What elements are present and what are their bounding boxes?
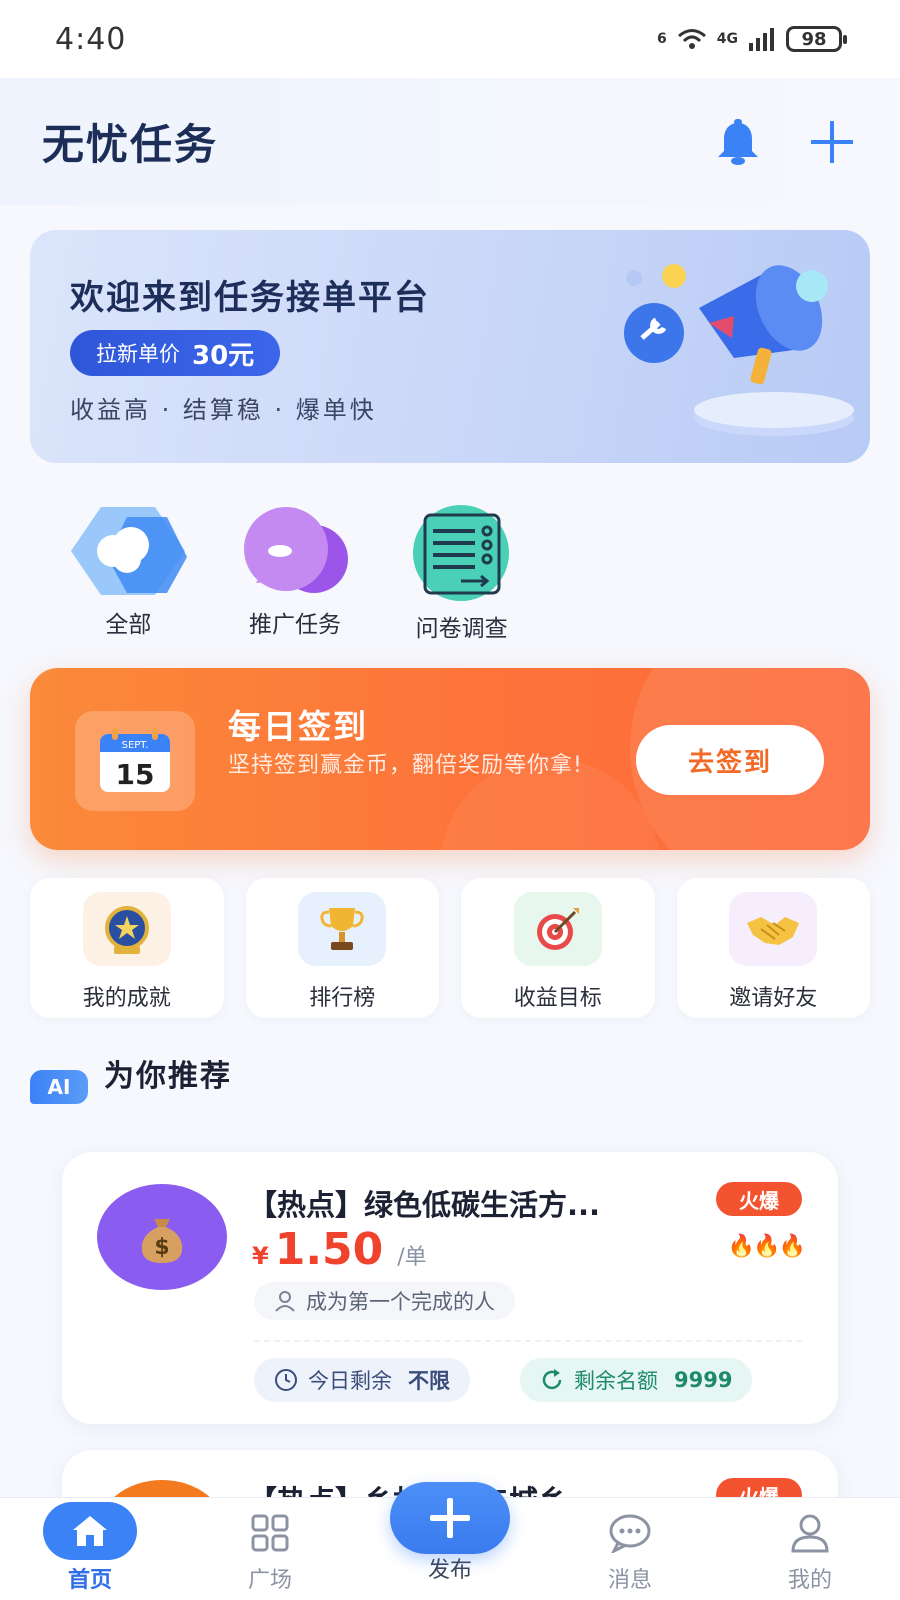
- app-title: 无忧任务: [42, 120, 219, 169]
- tab-messages[interactable]: 消息: [540, 1498, 720, 1600]
- plus-icon: [430, 1498, 470, 1538]
- signin-description: 坚持签到赢金币，翻倍奖励等你拿!: [228, 753, 583, 778]
- price-value: 1.50: [274, 1224, 384, 1275]
- target-icon: [513, 892, 602, 966]
- handshake-icon: [729, 892, 818, 966]
- banner-title: 欢迎来到任务接单平台: [70, 278, 430, 318]
- add-button[interactable]: [806, 116, 858, 168]
- first-complete-tag: 成为第一个完成的人: [254, 1282, 515, 1320]
- today-value: 不限: [408, 1369, 450, 1393]
- tab-label: 我的: [787, 1568, 832, 1593]
- status-bar: 4:40 6 4G 98: [0, 0, 900, 78]
- quota-pill: 剩余名额 9999: [520, 1358, 753, 1402]
- category-label: 全部: [105, 612, 152, 638]
- quick-label: 我的成就: [82, 986, 171, 1011]
- quick-leaderboard[interactable]: 排行榜: [245, 878, 439, 1018]
- clock-icon: [275, 1369, 297, 1391]
- quick-label: 收益目标: [513, 986, 602, 1011]
- survey-icon: [401, 505, 523, 601]
- quick-actions: 我的成就 排行榜 收益目标 邀请好友: [30, 878, 870, 1018]
- megaphone-icon: [624, 264, 854, 436]
- tab-square[interactable]: 广场: [180, 1498, 360, 1600]
- first-complete-text: 成为第一个完成的人: [306, 1290, 495, 1314]
- tab-label: 消息: [607, 1568, 652, 1593]
- category-all[interactable]: 全部: [45, 505, 212, 638]
- tab-label: 发布: [427, 1558, 472, 1583]
- bell-icon: [718, 118, 758, 165]
- message-icon: [605, 1508, 655, 1558]
- grid-icon: [245, 1508, 295, 1558]
- calendar-month: SEPT.: [122, 740, 149, 751]
- today-remaining-pill: 今日剩余 不限: [254, 1358, 470, 1402]
- task-title: 【热点】绿色低碳生活方...: [248, 1188, 601, 1222]
- tab-profile[interactable]: 我的: [720, 1498, 900, 1600]
- task-card[interactable]: $ 【热点】绿色低碳生活方... 火爆 🔥🔥🔥 ¥ 1.50 /单 成为第一个完…: [62, 1152, 838, 1424]
- notification-button[interactable]: [712, 116, 764, 168]
- tab-label: 首页: [67, 1568, 112, 1593]
- divider: [254, 1340, 802, 1342]
- daily-signin-card: SEPT. 15 每日签到 坚持签到赢金币，翻倍奖励等你拿! 去签到: [30, 668, 870, 850]
- quick-achievements[interactable]: 我的成就: [30, 878, 224, 1018]
- tab-home[interactable]: 首页: [0, 1498, 180, 1600]
- badge-label: 拉新单价: [96, 342, 180, 366]
- quick-label: 排行榜: [309, 986, 376, 1011]
- network-type-label: 4G: [716, 31, 738, 47]
- flame-icon: 🔥🔥🔥: [727, 1234, 806, 1259]
- status-time: 4:40: [55, 21, 127, 57]
- refresh-icon: [542, 1369, 562, 1390]
- quota-value: 9999: [674, 1368, 733, 1392]
- hot-tag: 火爆: [716, 1182, 802, 1216]
- price-badge: 拉新单价 30元: [70, 330, 281, 376]
- quota-label: 剩余名额: [574, 1369, 658, 1393]
- badge-price: 30元: [192, 340, 255, 371]
- status-icons: 6 4G 98: [657, 26, 847, 52]
- battery-icon: 98: [786, 26, 847, 52]
- cloud-icon: [67, 505, 189, 597]
- quick-income-goal[interactable]: 收益目标: [461, 878, 655, 1018]
- svg-text:$: $: [154, 1235, 169, 1260]
- network-label: 6: [657, 31, 667, 47]
- task-price: ¥ 1.50 /单: [252, 1224, 427, 1275]
- recommend-title: 为你推荐: [104, 1059, 232, 1094]
- battery-level: 98: [801, 28, 827, 50]
- badge-icon: [82, 892, 171, 966]
- home-icon: [43, 1502, 137, 1560]
- category-label: 推广任务: [249, 612, 341, 638]
- chat-bubble-icon: [234, 505, 356, 597]
- banner-subtitle: 收益高 · 结算稳 · 爆单快: [70, 396, 377, 424]
- quick-label: 邀请好友: [729, 986, 818, 1011]
- user-icon: [275, 1291, 295, 1312]
- quick-invite-friends[interactable]: 邀请好友: [676, 878, 870, 1018]
- app-header: 无忧任务: [0, 78, 900, 205]
- signal-icon: [749, 28, 774, 51]
- promo-banner[interactable]: 欢迎来到任务接单平台 拉新单价 30元 收益高 · 结算稳 · 爆单快: [30, 230, 870, 463]
- calendar-day: 15: [116, 758, 155, 791]
- tab-label: 广场: [247, 1568, 292, 1593]
- trophy-icon: [298, 892, 387, 966]
- category-label: 问卷调查: [415, 616, 508, 642]
- signin-title: 每日签到: [228, 707, 368, 746]
- price-currency: ¥: [252, 1242, 269, 1270]
- recommend-header: AI 为你推荐: [30, 1042, 232, 1104]
- plus-icon: [811, 120, 853, 163]
- signin-button[interactable]: 去签到: [636, 725, 824, 795]
- category-survey[interactable]: 问卷调查: [378, 505, 545, 642]
- price-unit: /单: [397, 1245, 427, 1270]
- category-row: 全部 推广任务 问卷调查: [45, 505, 545, 642]
- money-bag-icon: $: [97, 1184, 227, 1290]
- wifi-icon: [677, 29, 706, 49]
- profile-icon: [785, 1508, 835, 1558]
- today-label: 今日剩余: [308, 1369, 392, 1393]
- category-promotion[interactable]: 推广任务: [212, 505, 379, 638]
- calendar-icon: SEPT. 15: [75, 711, 195, 811]
- publish-button[interactable]: [390, 1482, 510, 1554]
- ai-badge: AI: [30, 1070, 88, 1104]
